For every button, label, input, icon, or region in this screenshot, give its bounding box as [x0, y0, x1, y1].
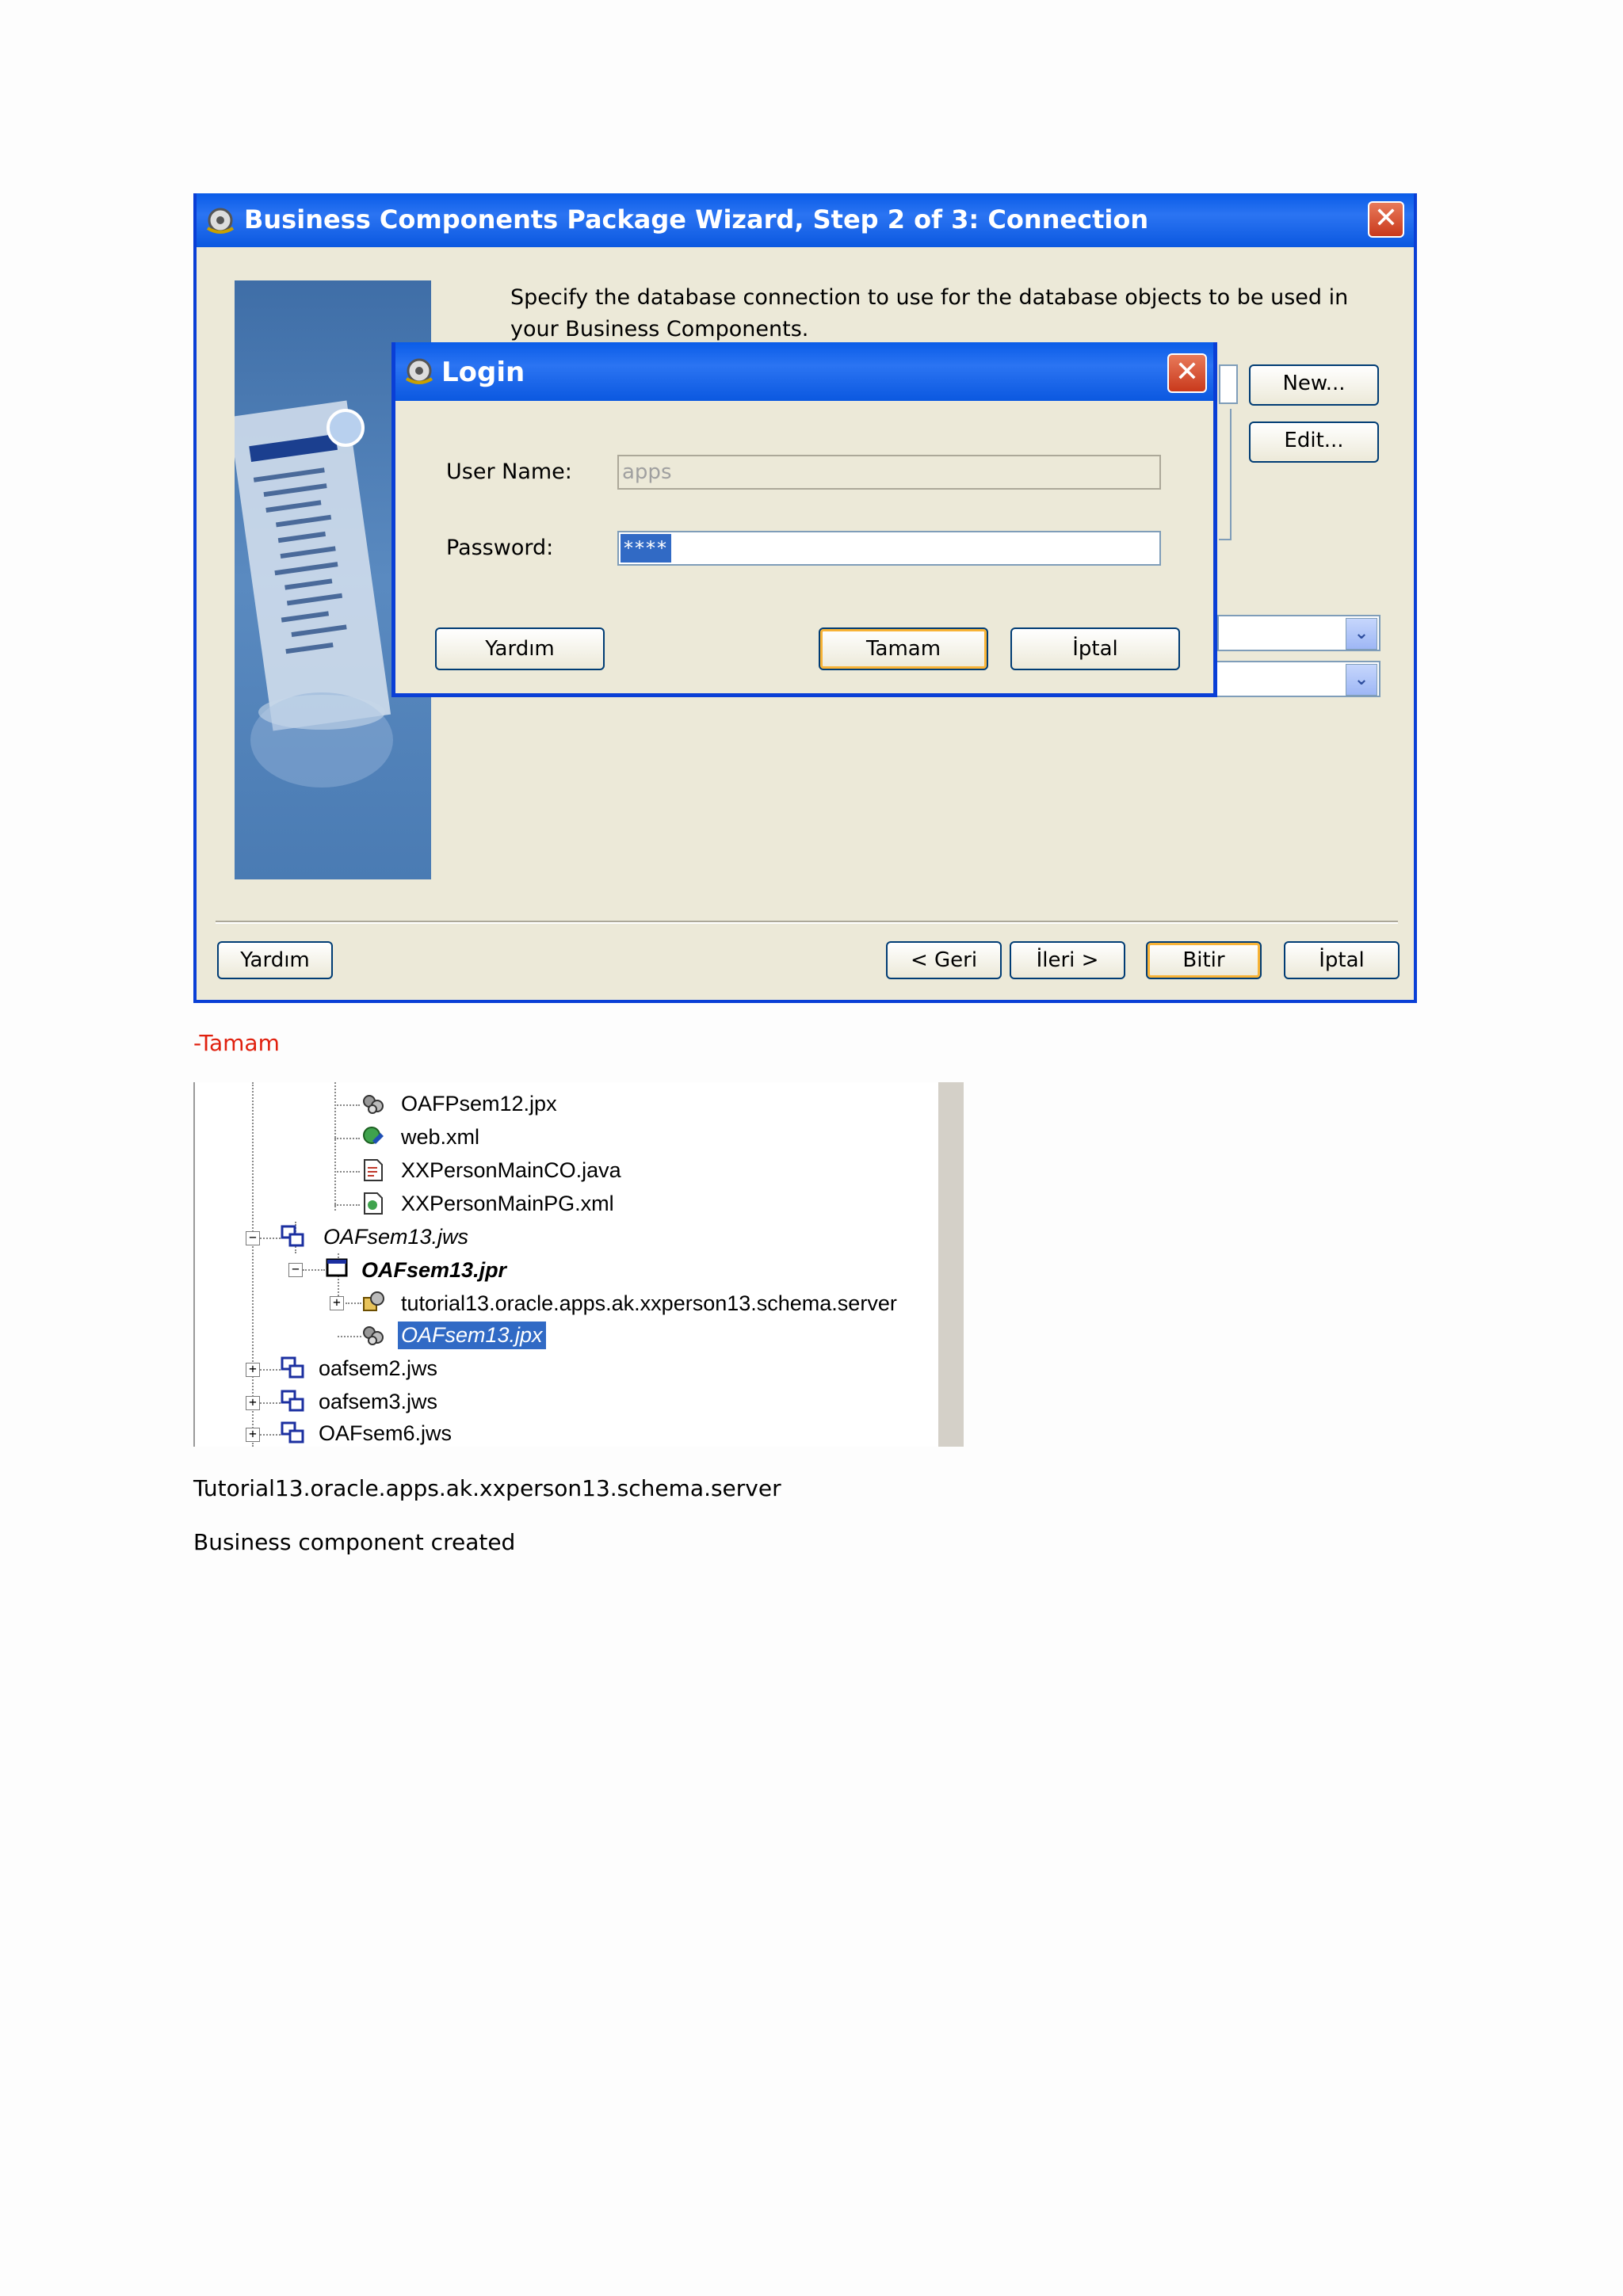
tree-line — [334, 1104, 360, 1106]
tree-line — [252, 1082, 254, 1447]
finish-button[interactable]: Bitir — [1146, 941, 1262, 979]
caption-package: Tutorial13.oracle.apps.ak.xxperson13.sch… — [193, 1475, 781, 1501]
tree-line — [334, 1138, 360, 1139]
password-field[interactable]: **** — [617, 531, 1161, 566]
tree-item-label[interactable]: OAFsem13.jws — [323, 1225, 468, 1249]
package-icon — [363, 1291, 384, 1311]
collapse-toggle[interactable]: − — [246, 1231, 260, 1245]
tree-item-label-selected[interactable]: OAFsem13.jpx — [398, 1322, 546, 1349]
tree-line — [260, 1402, 281, 1404]
login-dialog: Login ✕ User Name: apps Password: **** Y… — [391, 342, 1217, 697]
tree-item-label[interactable]: oafsem3.jws — [319, 1390, 437, 1414]
workspace-icon — [281, 1421, 304, 1444]
tree-line — [346, 1302, 361, 1304]
gear-package-icon — [363, 1326, 384, 1345]
divider — [216, 921, 1398, 924]
wizard-title-bar[interactable]: Business Components Package Wizard, Step… — [197, 193, 1414, 247]
collapse-toggle[interactable]: − — [288, 1263, 303, 1277]
chevron-down-icon[interactable]: ⌄ — [1346, 618, 1377, 650]
workspace-icon — [281, 1225, 304, 1247]
new-connection-button[interactable]: New... — [1249, 364, 1379, 406]
tree-line — [303, 1269, 325, 1271]
username-field[interactable]: apps — [617, 455, 1161, 490]
tree-border — [193, 1082, 195, 1447]
password-label: Password: — [446, 536, 554, 560]
edit-connection-button[interactable]: Edit... — [1249, 421, 1379, 463]
web-xml-icon — [363, 1127, 384, 1144]
wizard-cancel-button[interactable]: İptal — [1284, 941, 1400, 979]
login-title-bar[interactable]: Login ✕ — [395, 342, 1213, 401]
username-label: User Name: — [446, 460, 572, 484]
project-tree: OAFPsem12.jpx web.xml XXPersonMainCO.jav… — [193, 1082, 964, 1447]
note-ok: -Tamam — [193, 1030, 280, 1056]
tree-item-label[interactable]: OAFPsem12.jpx — [401, 1092, 557, 1116]
close-icon[interactable]: ✕ — [1368, 201, 1404, 238]
expand-toggle[interactable]: + — [246, 1363, 260, 1377]
back-button[interactable]: < Geri — [886, 941, 1002, 979]
xml-file-icon — [364, 1192, 383, 1215]
tree-item-label[interactable]: XXPersonMainPG.xml — [401, 1192, 614, 1216]
next-button[interactable]: İleri > — [1010, 941, 1125, 979]
ok-button[interactable]: Tamam — [819, 627, 988, 670]
connection-panel-edge — [1219, 409, 1232, 540]
login-cancel-button[interactable]: İptal — [1010, 627, 1180, 670]
password-selected-text: **** — [621, 534, 671, 563]
workspace-icon — [281, 1390, 304, 1412]
expand-toggle[interactable]: + — [246, 1396, 260, 1410]
tree-item-label[interactable]: web.xml — [401, 1125, 479, 1150]
tree-line — [334, 1171, 360, 1173]
tree-item-label[interactable]: OAFsem13.jpr — [361, 1258, 506, 1283]
project-icon — [326, 1258, 348, 1277]
chevron-down-icon[interactable]: ⌄ — [1346, 664, 1377, 696]
connection-list-edge — [1219, 364, 1238, 404]
tree-item-label[interactable]: tutorial13.oracle.apps.ak.xxperson13.sch… — [401, 1291, 897, 1316]
scrollbar[interactable] — [938, 1082, 964, 1447]
tree-line — [334, 1082, 336, 1211]
tree-line — [260, 1434, 281, 1436]
tree-item-label[interactable]: XXPersonMainCO.java — [401, 1158, 621, 1183]
close-icon[interactable]: ✕ — [1167, 353, 1207, 393]
tree-line — [260, 1369, 281, 1371]
wizard-title: Business Components Package Wizard, Step… — [244, 204, 1149, 235]
login-help-button[interactable]: Yardım — [435, 627, 605, 670]
tree-item-label[interactable]: OAFsem6.jws — [319, 1421, 452, 1446]
login-title: Login — [441, 357, 525, 388]
wizard-instruction: Specify the database connection to use f… — [510, 285, 1349, 341]
jdeveloper-icon — [405, 358, 433, 384]
workspace-icon — [281, 1356, 304, 1379]
expand-toggle[interactable]: + — [246, 1428, 260, 1442]
jdeveloper-icon — [206, 208, 235, 234]
tree-line — [260, 1238, 281, 1239]
tree-line — [338, 1336, 361, 1337]
tree-line — [334, 1204, 360, 1206]
java-file-icon — [364, 1159, 383, 1181]
caption-created: Business component created — [193, 1529, 516, 1555]
tree-item-label[interactable]: oafsem2.jws — [319, 1356, 437, 1381]
wizard-help-button[interactable]: Yardım — [217, 941, 333, 979]
gear-package-icon — [363, 1095, 384, 1114]
select-field-1[interactable]: ⌄ — [1217, 615, 1381, 651]
expand-toggle[interactable]: + — [330, 1296, 344, 1310]
